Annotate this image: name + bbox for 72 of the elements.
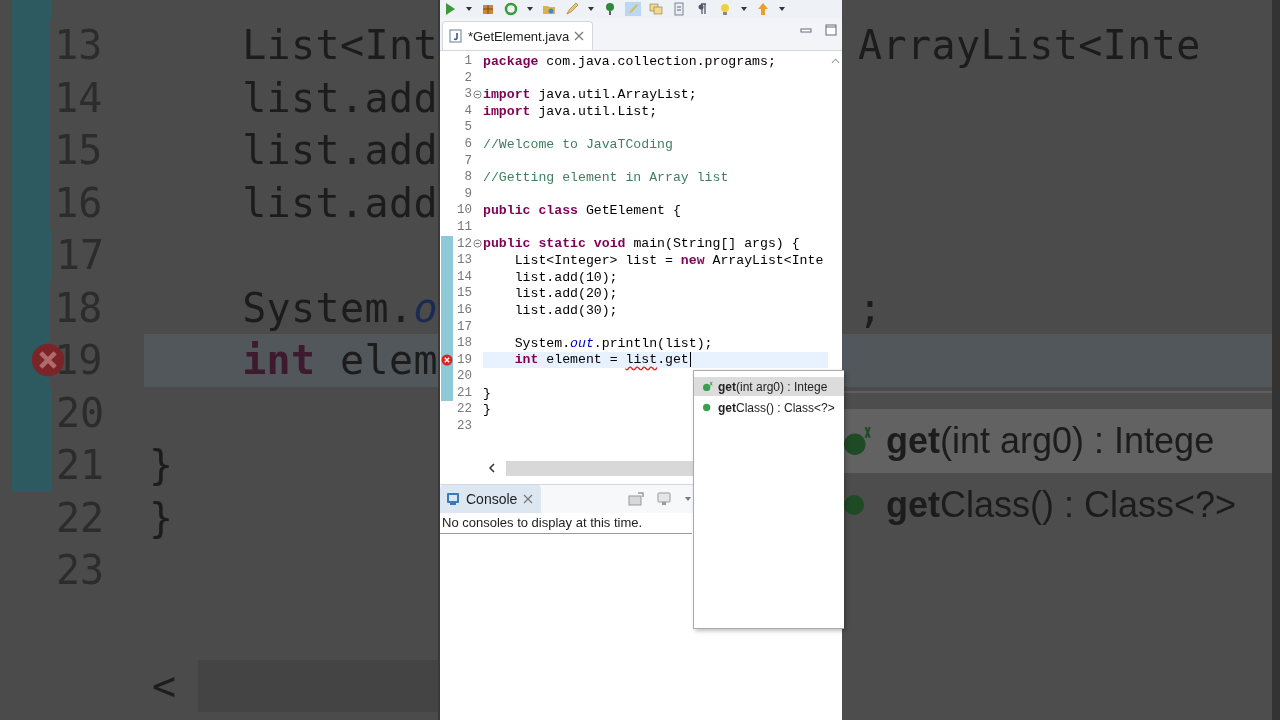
line-number: 19: [456, 351, 472, 369]
text-cursor: [689, 352, 691, 368]
line-number: 21: [456, 384, 472, 402]
line-number: 16: [456, 301, 472, 319]
chevron-up-icon[interactable]: [830, 57, 840, 65]
line-number: 7: [463, 152, 472, 170]
scroll-left-icon[interactable]: [488, 463, 496, 473]
line-number: 17: [456, 318, 472, 336]
line-number: 9: [463, 185, 472, 203]
line-number: 18: [456, 335, 472, 352]
collapse-icon[interactable]: [473, 239, 482, 249]
monitor-icon: [446, 492, 460, 506]
refresh-icon[interactable]: [503, 2, 519, 16]
windows-icon[interactable]: [648, 2, 664, 16]
code-line: }: [149, 494, 174, 541]
line-number: 12: [456, 235, 472, 253]
code-line: int elem: [241, 337, 438, 384]
code-line: }: [483, 385, 491, 401]
console-message: No consoles to display at this time.: [440, 513, 692, 534]
box-icon[interactable]: [480, 2, 496, 16]
line-number: 22: [456, 401, 472, 419]
line-number: 1: [463, 53, 472, 70]
close-icon[interactable]: [574, 31, 585, 41]
code-line: List<Integer> list = new ArrayList<Inte: [513, 252, 824, 268]
line-number: 8: [463, 169, 472, 186]
line-number: 11: [456, 218, 472, 236]
line-number: 5: [463, 119, 472, 136]
console-tab[interactable]: Console: [440, 485, 542, 513]
suggestion-item[interactable]: get(int arg0) : Intege: [694, 377, 844, 396]
line-number: 20: [456, 368, 472, 385]
code-line: int element = list.get: [513, 352, 689, 368]
line-number: 13: [456, 252, 472, 269]
close-icon[interactable]: [523, 494, 534, 504]
suggestion-item: get(int arg0) : Intege: [842, 408, 1272, 473]
java-file-icon: [449, 29, 463, 43]
line-number: 10: [456, 202, 472, 219]
code-line: package com.java.collection.programs;: [483, 53, 776, 69]
scroll-arrow: <: [152, 663, 178, 709]
method-icon: [844, 494, 864, 515]
code-line: public static void main(String[] args) {: [483, 236, 800, 252]
method-icon: [702, 381, 715, 392]
code-line: list.add(20);: [513, 286, 618, 302]
code-line: import java.util.ArrayList;: [483, 87, 697, 102]
pencil-icon[interactable]: [564, 2, 580, 16]
code-line: }: [483, 402, 491, 418]
line-number: 15: [456, 285, 472, 302]
editor-tab[interactable]: *GetElement.java: [442, 21, 594, 50]
code-line: //Getting element in Array list: [483, 169, 729, 185]
line-number: 3: [463, 86, 472, 103]
code-line: import java.util.List;: [483, 103, 658, 119]
method-icon: [844, 426, 871, 455]
pin-window-icon[interactable]: [628, 492, 644, 506]
maximize-icon[interactable]: [825, 24, 837, 36]
code-line: list.add(10);: [513, 269, 618, 285]
change-bar: [441, 235, 453, 253]
change-bar: [12, 439, 52, 492]
code-line: list.add(30);: [513, 302, 618, 318]
line-number: 14: [456, 268, 472, 286]
monitor-icon[interactable]: [656, 492, 672, 506]
page-icon[interactable]: [671, 2, 687, 16]
code-line: ;: [858, 284, 883, 331]
code-line: public class GetElement {: [483, 203, 681, 219]
line-number: 2: [463, 69, 472, 87]
up-arrow-icon[interactable]: [755, 2, 771, 16]
line-number: 4: [463, 102, 472, 120]
suggestion-item[interactable]: getClass() : Class<?>: [694, 398, 844, 417]
code-line: System.out.println(list);: [513, 335, 713, 351]
line-number: 23: [456, 418, 472, 435]
line-number: 6: [463, 135, 472, 153]
collapse-icon[interactable]: [473, 90, 482, 99]
code-line: //Welcome to JavaTCoding: [483, 136, 673, 152]
code-line: }: [149, 442, 174, 489]
